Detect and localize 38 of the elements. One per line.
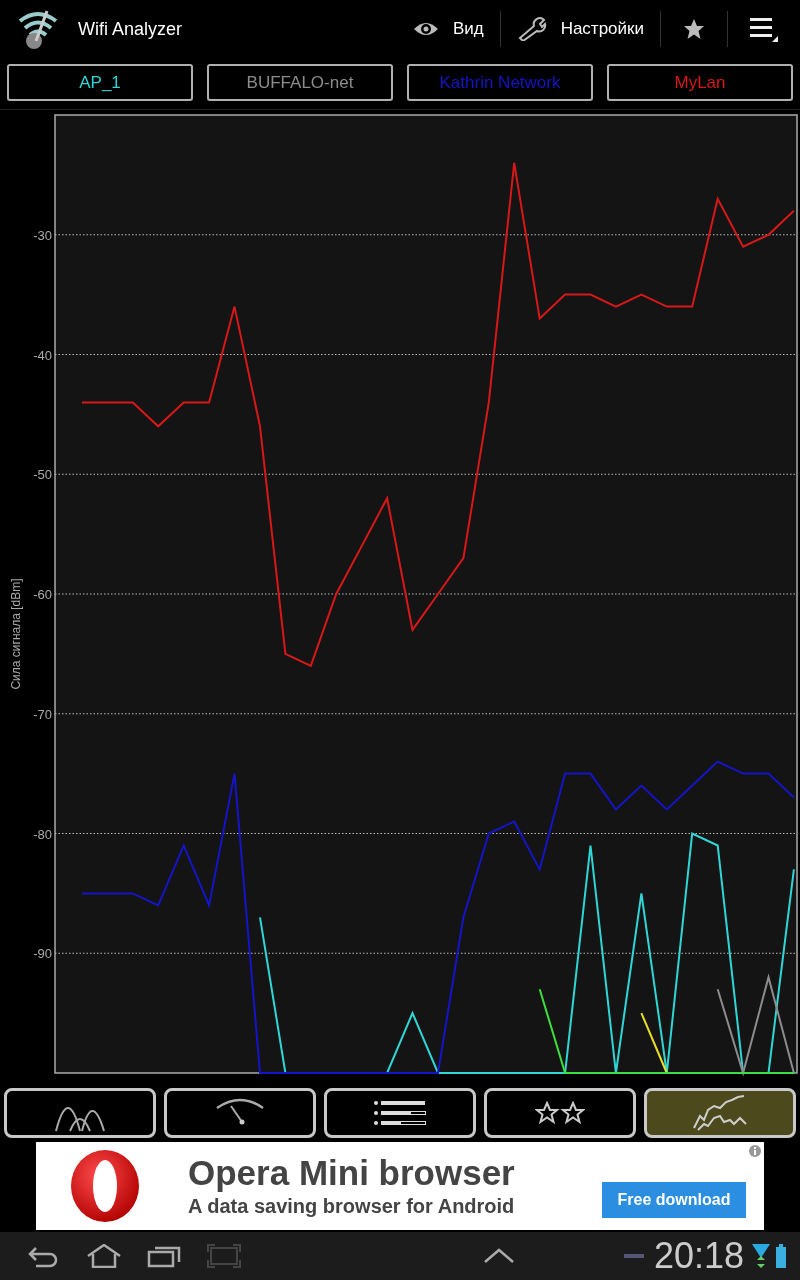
- stars-icon: [535, 1101, 585, 1125]
- y-tick-label: -80: [33, 826, 52, 842]
- y-tick-label: -60: [33, 587, 52, 602]
- y-tick-label: -50: [33, 467, 52, 483]
- menu-icon: [750, 16, 778, 42]
- list-icon: [373, 1100, 427, 1126]
- time-graph-icon: [692, 1094, 748, 1132]
- star-icon: [683, 18, 705, 40]
- y-tick-label: -70: [33, 706, 52, 722]
- wrench-icon: [516, 17, 547, 41]
- recent-apps-icon: [147, 1244, 181, 1268]
- back-icon: [28, 1244, 60, 1268]
- view-tab[interactable]: [4, 1088, 156, 1138]
- view-tab[interactable]: [164, 1088, 316, 1138]
- settings-button[interactable]: Настройки: [500, 0, 660, 58]
- ad-subtitle: A data saving browser for Android: [188, 1194, 515, 1219]
- home-icon: [86, 1244, 122, 1268]
- screenshot-icon: [207, 1244, 241, 1268]
- battery-icon: [776, 1244, 786, 1268]
- clock-text: 20:18: [653, 1238, 744, 1274]
- view-tab[interactable]: [484, 1088, 636, 1138]
- y-tick-label: -90: [33, 946, 52, 962]
- y-axis-title: Сила сигнала [dBm]: [9, 578, 23, 690]
- view-menu-button[interactable]: Вид: [396, 0, 500, 58]
- ad-banner[interactable]: Opera Mini browser A data saving browser for Android Free download: [36, 1142, 764, 1230]
- info-icon[interactable]: [748, 1144, 762, 1158]
- opera-logo-icon: [70, 1149, 140, 1223]
- wifi-signal-icon: [752, 1242, 770, 1270]
- network-filter-button[interactable]: MyLan: [607, 64, 793, 101]
- network-filter-button[interactable]: AP_1: [7, 64, 193, 101]
- view-tab[interactable]: [324, 1088, 476, 1138]
- network-filter-button[interactable]: BUFFALO-net: [207, 64, 393, 101]
- app-title: Wifi Analyzer: [78, 17, 183, 41]
- minus-icon: [623, 1253, 644, 1259]
- y-tick-label: -30: [33, 227, 52, 243]
- y-tick-label: -40: [33, 347, 52, 363]
- eye-icon: [412, 20, 439, 38]
- ad-title: Opera Mini browser: [188, 1153, 515, 1193]
